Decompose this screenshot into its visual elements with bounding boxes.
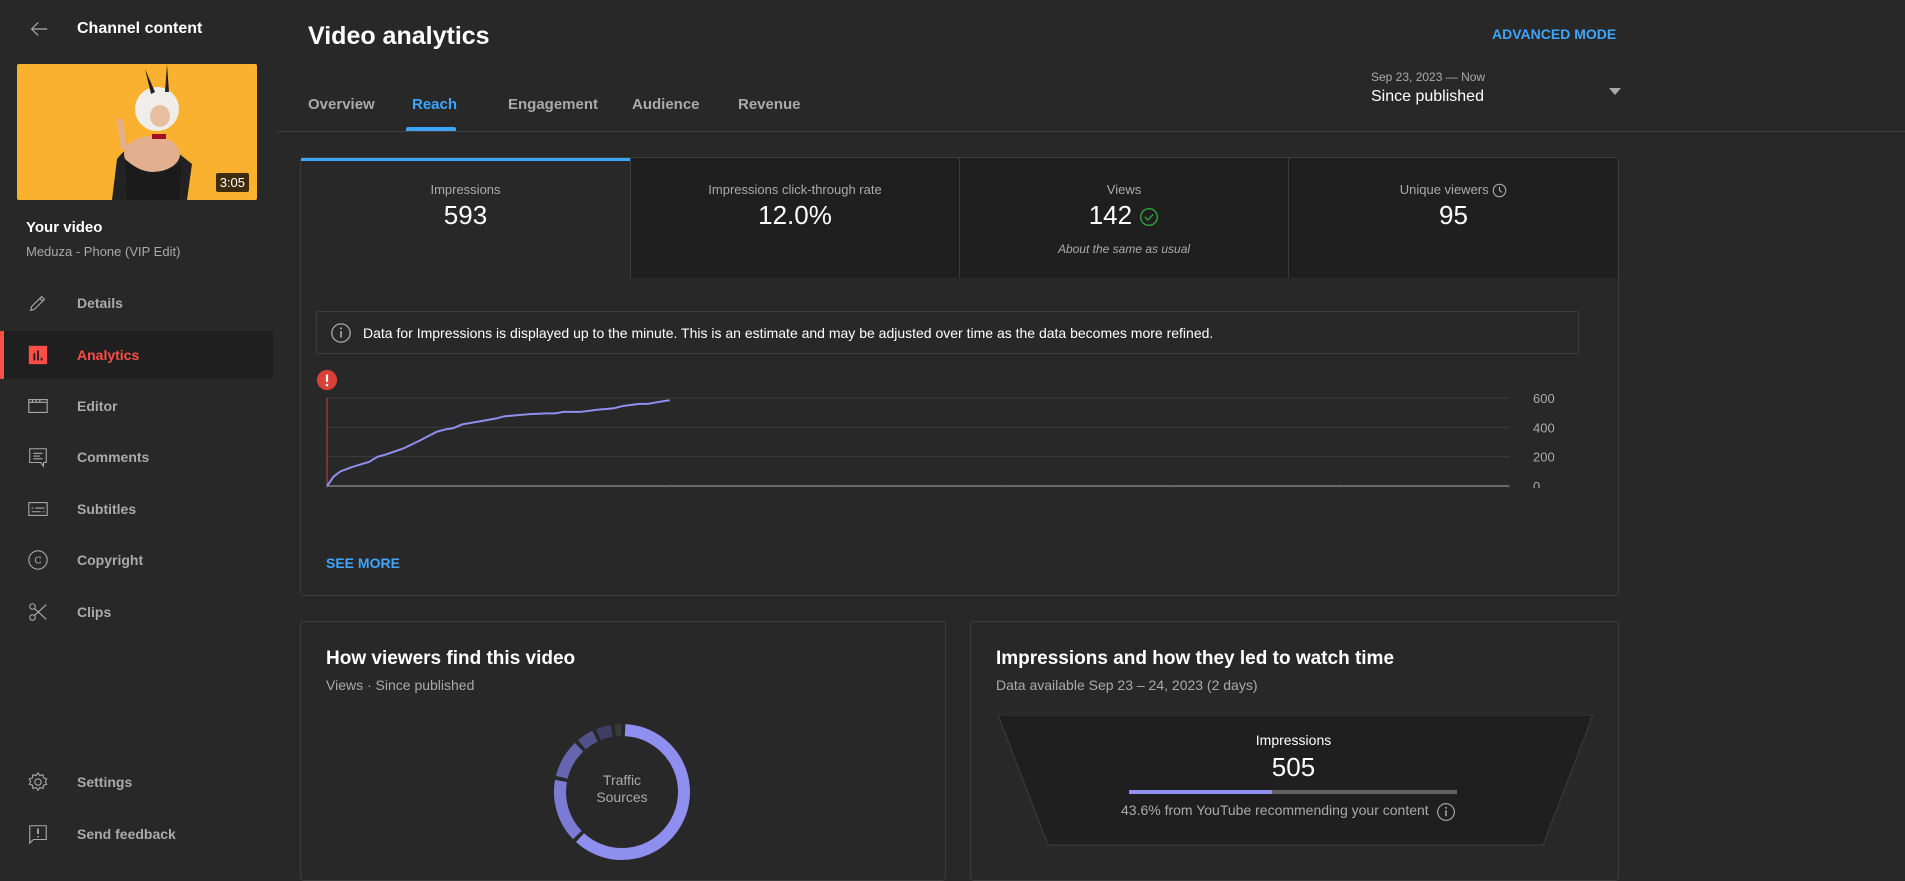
your-video-label: Your video: [26, 219, 102, 236]
recommendation-share-bar: [1129, 790, 1457, 794]
see-more-link[interactable]: SEE MORE: [326, 555, 400, 571]
metric-unique-viewers[interactable]: Unique viewers 95: [1288, 158, 1618, 278]
metric-label: Impressions: [301, 182, 630, 197]
metric-label: Unique viewers: [1400, 182, 1489, 197]
video-title: Meduza - Phone (VIP Edit): [26, 244, 180, 259]
tab-overview[interactable]: Overview: [308, 96, 375, 113]
sidebar-item-details[interactable]: Details: [0, 279, 273, 327]
sidebar-item-copyright[interactable]: C Copyright: [0, 536, 273, 584]
tab-audience[interactable]: Audience: [632, 96, 700, 113]
funnel-impressions-label: Impressions: [971, 732, 1616, 748]
sidebar-item-label: Details: [77, 295, 123, 311]
comment-icon: [27, 446, 49, 468]
card-title: How viewers find this video: [326, 648, 575, 670]
sidebar-item-subtitles[interactable]: Subtitles: [0, 485, 273, 533]
sidebar-item-settings[interactable]: Settings: [0, 758, 273, 806]
metric-note: About the same as usual: [960, 242, 1288, 256]
metric-impressions[interactable]: Impressions 593: [301, 158, 630, 278]
svg-text:C: C: [34, 556, 41, 567]
y-tick-label: 600: [1533, 391, 1555, 406]
metric-label: Views: [960, 182, 1288, 197]
date-range-label: Since published: [1371, 88, 1633, 106]
metric-tabs: Impressions 593 Impressions click-throug…: [301, 158, 1618, 278]
donut-segment: [582, 736, 595, 745]
dropdown-caret-icon: [1609, 88, 1621, 95]
funnel-impressions-value: 505: [971, 752, 1616, 783]
metric-label-row: Unique viewers: [1289, 182, 1618, 198]
reach-card: Impressions 593 Impressions click-throug…: [300, 157, 1619, 596]
pencil-icon: [27, 292, 49, 314]
back-arrow-icon[interactable]: [28, 18, 50, 40]
metric-ctr[interactable]: Impressions click-through rate 12.0%: [630, 158, 959, 278]
tab-engagement[interactable]: Engagement: [508, 96, 598, 113]
traffic-sources-card: How viewers find this video Views · Sinc…: [300, 621, 946, 881]
sidebar-title: Channel content: [77, 20, 202, 38]
impressions-line-chart: 020040060001234567 days: [301, 378, 1618, 488]
sidebar-item-label: Copyright: [77, 552, 143, 568]
feedback-icon: [27, 823, 49, 845]
clapperboard-icon: [27, 395, 49, 417]
analytics-icon: [27, 344, 49, 366]
advanced-mode-button[interactable]: ADVANCED MODE: [1492, 26, 1616, 42]
recommendation-note: 43.6% from YouTube recommending your con…: [1121, 802, 1429, 818]
metric-views[interactable]: Views 142 About the same as usual: [959, 158, 1288, 278]
metric-value: 142: [1089, 200, 1132, 230]
y-tick-label: 0: [1533, 479, 1540, 488]
sidebar-item-label: Subtitles: [77, 501, 136, 517]
date-range-dropdown[interactable]: Sep 23, 2023 — Now Since published: [1371, 70, 1633, 115]
donut-label-line: Sources: [547, 789, 697, 806]
recommendation-share-fill: [1129, 790, 1272, 794]
gear-icon: [27, 771, 49, 793]
scissors-icon: [27, 601, 49, 623]
video-duration: 3:05: [216, 173, 249, 192]
sidebar: Channel content 3:05 Your video Meduza -…: [0, 0, 273, 852]
sidebar-item-editor[interactable]: Editor: [0, 382, 273, 430]
sidebar-item-clips[interactable]: Clips: [0, 588, 273, 636]
sidebar-item-analytics[interactable]: Analytics: [0, 331, 273, 379]
tab-divider: [276, 131, 1905, 132]
metric-value: 593: [301, 200, 630, 231]
page-title: Video analytics: [308, 22, 490, 51]
sidebar-item-label: Clips: [77, 604, 111, 620]
sidebar-item-label: Editor: [77, 398, 117, 414]
y-tick-label: 400: [1533, 420, 1555, 435]
metric-value: 12.0%: [631, 200, 959, 231]
card-title: Impressions and how they led to watch ti…: [996, 648, 1394, 670]
tab-reach[interactable]: Reach: [412, 96, 457, 113]
date-range-text: Sep 23, 2023 — Now: [1371, 70, 1633, 84]
metric-value-row: 142: [960, 200, 1288, 231]
info-icon: [330, 322, 352, 344]
impressions-funnel-card: Impressions and how they led to watch ti…: [970, 621, 1619, 881]
video-thumbnail[interactable]: 3:05: [17, 64, 257, 200]
sidebar-item-label: Analytics: [77, 347, 139, 363]
sidebar-item-label: Send feedback: [77, 826, 176, 842]
metric-label: Impressions click-through rate: [631, 182, 959, 197]
y-tick-label: 200: [1533, 450, 1555, 465]
donut-segment: [598, 731, 611, 735]
info-icon[interactable]: [1436, 802, 1456, 822]
sidebar-item-label: Comments: [77, 449, 149, 465]
main-content: Video analytics ADVANCED MODE Overview R…: [273, 0, 1905, 852]
sidebar-item-comments[interactable]: Comments: [0, 433, 273, 481]
donut-label-line: Traffic: [547, 772, 697, 789]
info-banner-text: Data for Impressions is displayed up to …: [363, 325, 1213, 341]
info-banner: Data for Impressions is displayed up to …: [316, 311, 1579, 354]
card-subtitle: Views · Since published: [326, 677, 474, 693]
sidebar-item-label: Settings: [77, 774, 132, 790]
check-circle-icon: [1139, 207, 1159, 227]
sidebar-item-send-feedback[interactable]: Send feedback: [0, 810, 273, 858]
metric-value: 95: [1289, 200, 1618, 231]
series-line-impressions: [327, 400, 670, 486]
sidebar-header: Channel content: [0, 0, 273, 60]
donut-center-label: Traffic Sources: [547, 772, 697, 806]
copyright-icon: C: [27, 549, 49, 571]
card-subtitle: Data available Sep 23 – 24, 2023 (2 days…: [996, 677, 1258, 693]
tab-revenue[interactable]: Revenue: [738, 96, 801, 113]
subtitles-icon: [27, 498, 49, 520]
clock-icon: [1492, 183, 1507, 198]
